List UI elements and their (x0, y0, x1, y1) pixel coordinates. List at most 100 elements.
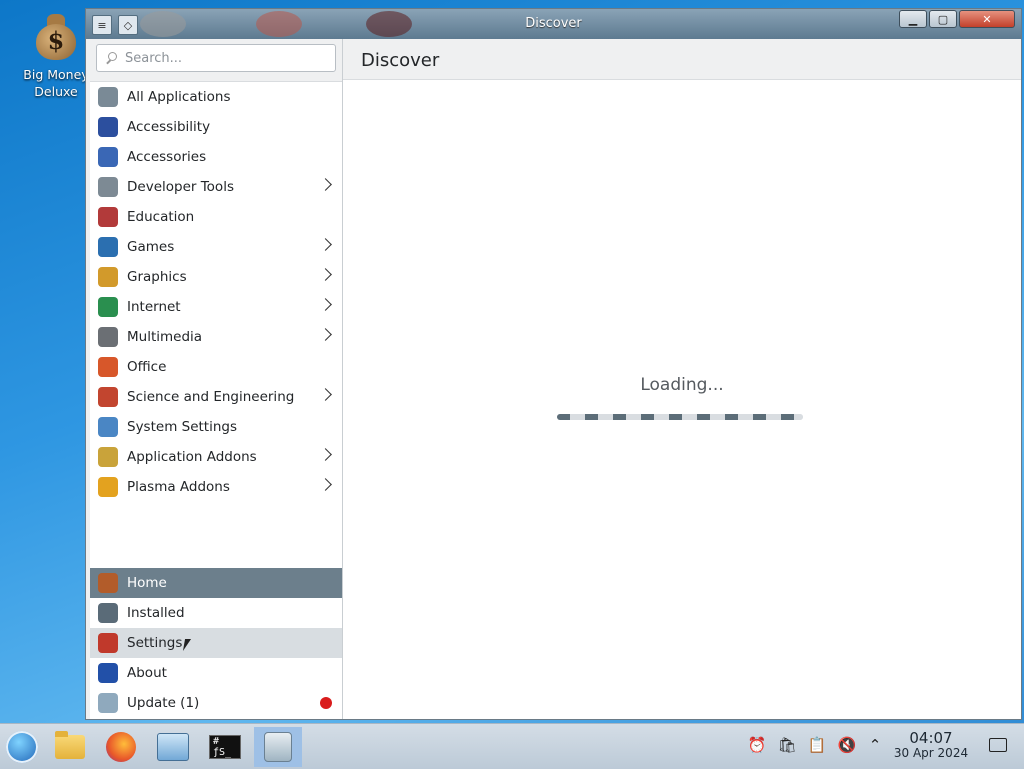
discover-icon (264, 732, 292, 762)
window-titlebar[interactable]: ≡ ◇ Discover ▁ ▢ ✕ (86, 9, 1021, 39)
settings-tools-icon (98, 633, 118, 653)
category-label: Graphics (127, 269, 187, 285)
show-desktop-icon[interactable] (989, 738, 1007, 752)
search-icon (105, 52, 117, 64)
minimize-button[interactable]: ▁ (899, 10, 927, 28)
plasma-addons-icon (98, 477, 118, 497)
nav-item-about[interactable]: About (90, 658, 342, 688)
loading-progress-bar (557, 414, 803, 420)
bottom-navigation: Home Installed Settings About Update (1) (90, 568, 342, 718)
category-label: Application Addons (127, 449, 257, 465)
alarm-clock-icon[interactable]: ⏰ (746, 734, 768, 756)
taskbar: # ƒS_ ⏰ 🛍 📋 🔇 ⌃ 04:07 30 Apr 2024 (0, 723, 1024, 769)
chevron-right-icon (319, 298, 332, 311)
system-settings-icon (98, 417, 118, 437)
education-icon (98, 207, 118, 227)
nav-label: Installed (127, 605, 185, 621)
desktop-icon-label: Big Money Deluxe (23, 67, 89, 99)
category-item-multimedia[interactable]: Multimedia (90, 322, 342, 352)
taskbar-file-manager[interactable] (48, 727, 92, 767)
category-label: Developer Tools (127, 179, 234, 195)
clock-time: 04:07 (909, 729, 953, 747)
home-icon (98, 573, 118, 593)
search-area (90, 39, 342, 82)
desktop-icon-big-money-deluxe[interactable]: $ Big Money Deluxe (18, 10, 94, 100)
chevron-right-icon (319, 328, 332, 341)
category-label: All Applications (127, 89, 231, 105)
chevron-right-icon (319, 238, 332, 251)
taskbar-discover[interactable] (254, 727, 302, 767)
volume-muted-icon[interactable]: 🔇 (836, 734, 858, 756)
nav-label: Home (127, 575, 167, 591)
taskbar-terminal[interactable]: # ƒS_ (203, 727, 247, 767)
nav-item-home[interactable]: Home (90, 568, 342, 598)
update-badge-icon (320, 697, 332, 709)
category-item-internet[interactable]: Internet (90, 292, 342, 322)
nav-label: About (127, 665, 167, 681)
system-settings-icon (157, 733, 189, 761)
accessories-icon (98, 147, 118, 167)
discover-window: ≡ ◇ Discover ▁ ▢ ✕ All Applications Acces… (85, 8, 1022, 720)
category-label: Science and Engineering (127, 389, 295, 405)
nav-item-update-1[interactable]: Update (1) (90, 688, 342, 718)
category-item-accessories[interactable]: Accessories (90, 142, 342, 172)
update-icon (98, 693, 118, 713)
category-item-office[interactable]: Office (90, 352, 342, 382)
category-label: Internet (127, 299, 181, 315)
about-info-icon (98, 663, 118, 683)
folder-icon (55, 731, 85, 759)
category-item-games[interactable]: Games (90, 232, 342, 262)
category-item-plasma-addons[interactable]: Plasma Addons (90, 472, 342, 502)
page-title: Discover (361, 50, 440, 71)
chevron-right-icon (319, 478, 332, 491)
taskbar-firefox[interactable] (99, 727, 143, 767)
accessibility-icon (98, 117, 118, 137)
money-bag-icon: $ (33, 10, 79, 60)
multimedia-icon (98, 327, 118, 347)
clock[interactable]: 04:07 30 Apr 2024 (888, 730, 974, 760)
all-apps-icon (98, 87, 118, 107)
window-title: Discover (525, 16, 582, 31)
category-label: Office (127, 359, 167, 375)
installed-list-icon (98, 603, 118, 623)
main-header: Discover (343, 39, 1021, 80)
terminal-icon: # ƒS_ (209, 735, 241, 759)
internet-icon (98, 297, 118, 317)
maximize-button[interactable]: ▢ (929, 10, 957, 28)
nav-label: Update (1) (127, 695, 200, 711)
chevron-right-icon (319, 268, 332, 281)
clipboard-icon[interactable]: 📋 (806, 734, 828, 756)
category-label: Multimedia (127, 329, 203, 345)
category-label: Accessibility (127, 119, 211, 135)
chevron-right-icon (319, 388, 332, 401)
category-item-accessibility[interactable]: Accessibility (90, 112, 342, 142)
start-orb-icon (6, 731, 38, 763)
category-list: All Applications Accessibility Accessories… (90, 82, 342, 502)
chevron-up-icon[interactable]: ⌃ (864, 734, 886, 756)
taskbar-system-settings[interactable] (151, 727, 195, 767)
category-item-system-settings[interactable]: System Settings (90, 412, 342, 442)
graphics-icon (98, 267, 118, 287)
nav-item-settings[interactable]: Settings (90, 628, 342, 658)
loading-text: Loading... (640, 375, 724, 395)
close-button[interactable]: ✕ (959, 10, 1015, 28)
category-label: Education (127, 209, 195, 225)
sidebar: All Applications Accessibility Accessories… (90, 39, 343, 719)
nav-item-installed[interactable]: Installed (90, 598, 342, 628)
discover-notifier-icon[interactable]: 🛍 (776, 734, 798, 756)
category-item-application-addons[interactable]: Application Addons (90, 442, 342, 472)
start-menu-button[interactable] (0, 727, 44, 767)
search-input[interactable] (123, 49, 327, 67)
search-box[interactable] (96, 44, 336, 72)
category-item-developer-tools[interactable]: Developer Tools (90, 172, 342, 202)
category-item-science-and-engineering[interactable]: Science and Engineering (90, 382, 342, 412)
chevron-right-icon (319, 448, 332, 461)
office-icon (98, 357, 118, 377)
category-label: Accessories (127, 149, 207, 165)
category-item-all-applications[interactable]: All Applications (90, 82, 342, 112)
clock-date: 30 Apr 2024 (893, 746, 969, 760)
developer-tools-icon (98, 177, 118, 197)
games-icon (98, 237, 118, 257)
category-item-graphics[interactable]: Graphics (90, 262, 342, 292)
category-item-education[interactable]: Education (90, 202, 342, 232)
